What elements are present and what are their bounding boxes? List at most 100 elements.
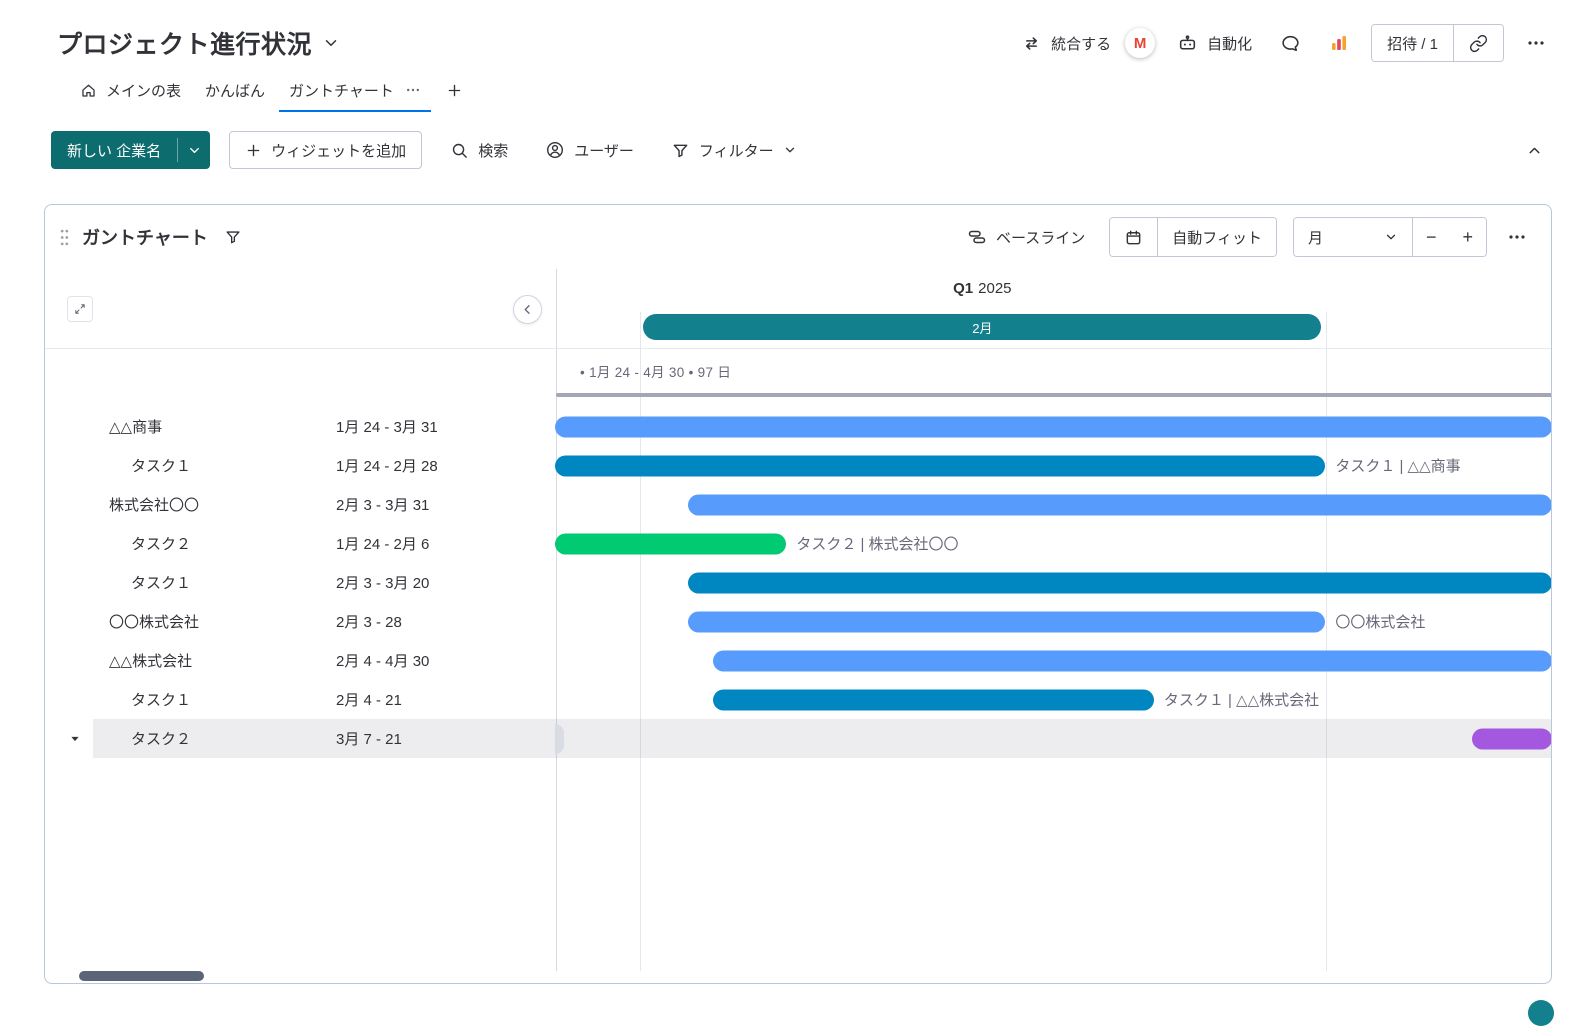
row-dates: 1月 24 - 2月 6 — [336, 524, 429, 563]
gantt-row[interactable]: △△商事 1月 24 - 3月 31 — [45, 407, 1551, 446]
baseline-label: ベースライン — [996, 227, 1085, 248]
row-name: △△商事 — [109, 407, 162, 446]
invite-button[interactable]: 招待 / 1 — [1372, 25, 1453, 61]
automate-button[interactable]: 自動化 — [1171, 27, 1258, 60]
gantt-bar[interactable] — [688, 572, 1551, 593]
chat-bubble-icon — [1280, 33, 1301, 54]
collapse-rows-button[interactable] — [67, 296, 93, 322]
baseline-button[interactable]: ベースライン — [959, 221, 1093, 254]
board-toolbar: 新しい 企業名 ウィジェットを追加 検索 ユーザー — [0, 108, 1596, 169]
copy-link-button[interactable] — [1454, 25, 1503, 61]
filter-button[interactable]: フィルター — [662, 133, 806, 168]
new-item-dropdown-button[interactable] — [178, 131, 210, 169]
zoom-out-button[interactable]: − — [1413, 218, 1450, 256]
widget-filter-icon[interactable] — [220, 224, 246, 250]
gantt-bar[interactable] — [713, 689, 1154, 710]
calendar-button[interactable] — [1110, 218, 1157, 256]
gantt-bar[interactable] — [555, 455, 1325, 476]
tab-options-icon[interactable] — [405, 82, 421, 98]
gantt-row[interactable]: タスク１ 1月 24 - 2月 28 タスク１ | △△商事 — [45, 446, 1551, 485]
gantt-row[interactable]: タスク１2月 4 - 21タスク１ | △△株式会社 — [45, 680, 1551, 719]
row-table-cell: 株式会社〇〇2月 3 - 3月 31 — [45, 485, 555, 524]
integrate-button[interactable]: 統合する — [1015, 27, 1117, 60]
row-name: タスク１ — [131, 446, 191, 485]
bar-label: タスク２ | 株式会社〇〇 — [796, 524, 958, 563]
gantt-bar[interactable] — [555, 416, 1551, 437]
integrate-icon — [1021, 33, 1042, 54]
new-item-button[interactable]: 新しい 企業名 — [51, 131, 177, 169]
row-name: タスク１ — [131, 563, 191, 602]
autofit-button[interactable]: 自動フィット — [1158, 218, 1276, 256]
row-dates: 2月 4 - 4月 30 — [336, 641, 429, 680]
row-name: タスク２ — [131, 524, 191, 563]
tab-main-table[interactable]: メインの表 — [68, 71, 193, 110]
filter-label: フィルター — [699, 140, 774, 161]
row-caret-icon[interactable] — [69, 719, 81, 758]
gantt-row[interactable]: 〇〇株式会社2月 3 - 28〇〇株式会社 — [45, 602, 1551, 641]
row-dates: 1月 24 - 3月 31 — [336, 407, 438, 446]
search-button[interactable]: 検索 — [441, 133, 517, 168]
link-icon — [1469, 34, 1488, 53]
zoom-in-button[interactable]: + — [1449, 218, 1486, 256]
add-widget-button[interactable]: ウィジェットを追加 — [229, 131, 422, 169]
gantt-row[interactable]: タスク１2月 3 - 3月 20 — [45, 563, 1551, 602]
tab-label: ガントチャート — [289, 80, 394, 101]
widget-header: ガントチャート ベースライン — [45, 205, 1551, 269]
widget-more-button[interactable] — [1503, 223, 1531, 251]
robot-icon — [1177, 33, 1198, 54]
gantt-bar[interactable] — [688, 611, 1325, 632]
month-pill[interactable]: 2月 — [643, 314, 1321, 340]
page-title: プロジェクト進行状況 — [57, 25, 312, 61]
gantt-bar[interactable] — [688, 494, 1551, 515]
view-tabs: メインの表 かんばん ガントチャート — [0, 62, 1596, 108]
integrate-label: 統合する — [1051, 33, 1111, 54]
horizontal-scrollbar[interactable] — [79, 971, 204, 981]
gantt-bar[interactable] — [555, 533, 786, 554]
header-more-button[interactable] — [1520, 27, 1552, 59]
row-timeline-cell: 〇〇株式会社 — [555, 602, 1551, 641]
row-timeline-cell — [555, 485, 1551, 524]
row-timeline-cell: タスク１ | △△商事 — [555, 446, 1551, 485]
search-icon — [450, 141, 469, 160]
notification-dot[interactable] — [1528, 1000, 1554, 1026]
automate-label: 自動化 — [1207, 33, 1252, 54]
row-timeline-cell — [555, 563, 1551, 602]
row-resize-handle[interactable] — [555, 724, 564, 754]
row-name: タスク２ — [131, 719, 191, 758]
gmail-badge[interactable]: M — [1125, 28, 1155, 58]
row-timeline-cell: タスク１ | △△株式会社 — [555, 680, 1551, 719]
gantt-row[interactable]: タスク２ 1月 24 - 2月 6 タスク２ | 株式会社〇〇 — [45, 524, 1551, 563]
tab-label: かんばん — [205, 80, 265, 101]
title-chevron-icon[interactable] — [322, 34, 340, 52]
gantt-bar[interactable] — [1472, 728, 1551, 749]
person-filter-button[interactable]: ユーザー — [536, 133, 643, 168]
gantt-row[interactable]: △△株式会社2月 4 - 4月 30 — [45, 641, 1551, 680]
row-name: タスク１ — [131, 680, 191, 719]
row-timeline-cell — [555, 719, 1551, 758]
gantt-row[interactable]: タスク２ 3月 7 - 21 — [45, 719, 1551, 758]
gantt-row[interactable]: 株式会社〇〇2月 3 - 3月 31 — [45, 485, 1551, 524]
collapse-header-button[interactable] — [1517, 135, 1552, 166]
row-dates: 1月 24 - 2月 28 — [336, 446, 438, 485]
autofit-group: 自動フィット — [1109, 217, 1277, 257]
bar-label: タスク１ | △△株式会社 — [1164, 680, 1319, 719]
collapse-panel-button[interactable] — [513, 295, 542, 324]
project-range-label: • 1月 24 - 4月 30 • 97 日 — [580, 361, 731, 381]
tab-kanban[interactable]: かんばん — [193, 71, 277, 110]
quarter-name: Q1 — [953, 280, 973, 297]
chat-button[interactable] — [1274, 27, 1307, 60]
more-dots-icon — [1526, 33, 1546, 53]
quarter-year: 2025 — [978, 280, 1011, 297]
gantt-bar[interactable] — [713, 650, 1551, 671]
invite-share-group: 招待 / 1 — [1371, 24, 1504, 62]
quarter-label: Q1 2025 — [953, 280, 1011, 297]
row-dates: 3月 7 - 21 — [336, 719, 402, 758]
apps-marketplace-button[interactable] — [1323, 27, 1355, 59]
bar-label: タスク１ | △△商事 — [1335, 446, 1460, 485]
zoom-unit-select[interactable]: 月 — [1294, 218, 1412, 256]
tab-gantt[interactable]: ガントチャート — [277, 71, 433, 110]
chevron-down-icon — [1384, 230, 1398, 244]
add-view-button[interactable] — [439, 74, 471, 106]
zoom-unit-value: 月 — [1308, 227, 1323, 248]
widget-drag-handle[interactable] — [59, 228, 70, 247]
